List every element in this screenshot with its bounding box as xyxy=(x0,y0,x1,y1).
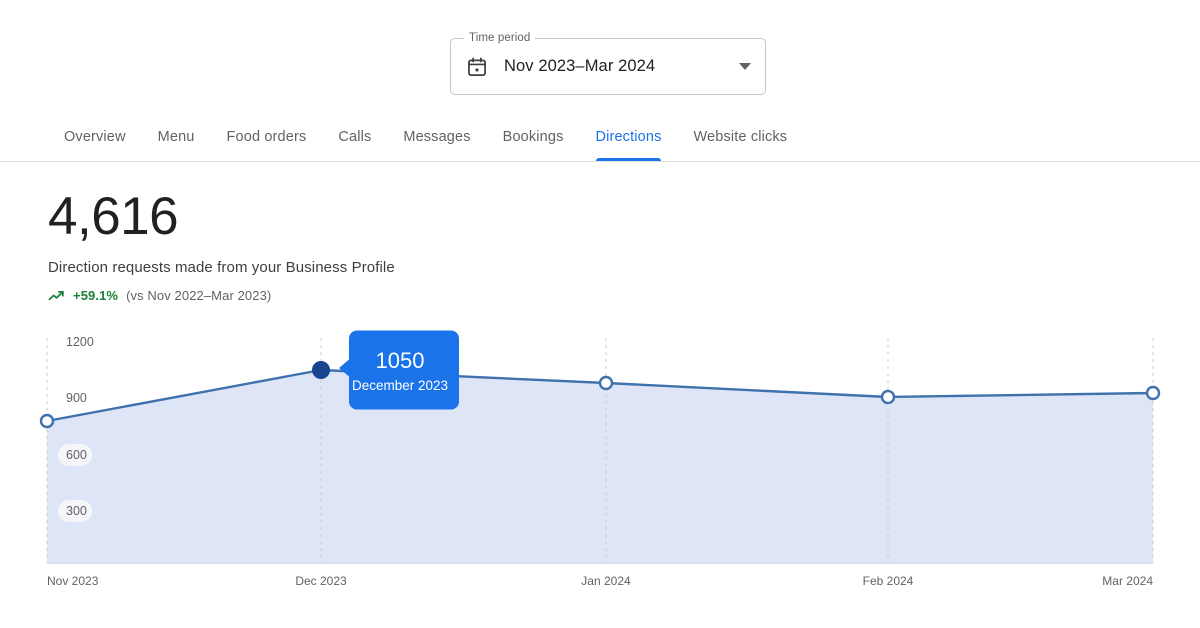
summary-description: Direction requests made from your Busine… xyxy=(48,259,395,276)
analytics-page: Nov 2023–Mar 2024 Time period Overview M… xyxy=(0,0,1200,628)
x-axis-label-feb-2024: Feb 2024 xyxy=(863,574,914,588)
trending-up-icon xyxy=(48,288,65,305)
tab-label: Food orders xyxy=(226,129,307,145)
data-point-nov-2023[interactable] xyxy=(39,413,55,429)
x-axis-label-mar-2024: Mar 2024 xyxy=(1102,574,1153,588)
x-axis-label-dec-2023: Dec 2023 xyxy=(295,574,347,588)
tab-label: Overview xyxy=(64,129,126,145)
summary-block: 4,616 Direction requests made from your … xyxy=(48,186,395,305)
x-axis-label-jan-2024: Jan 2024 xyxy=(581,574,631,588)
delta-comparison-period: (vs Nov 2022–Mar 2023) xyxy=(126,288,272,303)
total-value: 4,616 xyxy=(48,187,179,246)
calendar-icon xyxy=(466,56,488,78)
data-point-mar-2024[interactable] xyxy=(1145,385,1161,401)
time-period-legend: Time period xyxy=(464,30,536,46)
data-point-dec-2023-selected[interactable] xyxy=(312,361,330,379)
tab-label: Menu xyxy=(157,129,195,145)
tab-messages[interactable]: Messages xyxy=(387,118,486,161)
tab-label: Directions xyxy=(595,129,662,145)
tab-label: Website clicks xyxy=(693,129,788,145)
time-period-selector[interactable]: Nov 2023–Mar 2024 Time period xyxy=(450,30,766,95)
tooltip-value: 1050 xyxy=(376,348,425,373)
data-point-jan-2024[interactable] xyxy=(598,375,614,391)
y-axis-label-900: 900 xyxy=(66,391,87,405)
delta-percentage: +59.1% xyxy=(73,288,119,303)
y-axis-label-600: 600 xyxy=(66,448,87,462)
directions-chart[interactable]: 1200 900 600 300 1050 December 2023 Nov … xyxy=(0,326,1200,596)
metrics-tabs: Overview Menu Food orders Calls Messages… xyxy=(0,118,1200,162)
tab-directions[interactable]: Directions xyxy=(580,118,678,161)
time-period-box[interactable]: Nov 2023–Mar 2024 xyxy=(450,38,766,95)
tab-bookings[interactable]: Bookings xyxy=(487,118,580,161)
x-axis-label-nov-2023: Nov 2023 xyxy=(47,574,99,588)
tab-website-clicks[interactable]: Website clicks xyxy=(677,118,803,161)
data-point-feb-2024[interactable] xyxy=(880,389,896,405)
chart-tooltip: 1050 December 2023 xyxy=(339,330,459,410)
tab-label: Bookings xyxy=(502,129,564,145)
y-axis-label-300: 300 xyxy=(66,504,87,518)
chart-area-fill xyxy=(47,370,1153,563)
tab-menu[interactable]: Menu xyxy=(142,118,211,161)
tab-label: Calls xyxy=(338,129,372,145)
chevron-down-icon[interactable] xyxy=(739,63,751,70)
tooltip-label: December 2023 xyxy=(352,378,448,393)
tab-label: Messages xyxy=(403,129,471,145)
y-axis-label-1200: 1200 xyxy=(66,335,94,349)
time-period-value: Nov 2023–Mar 2024 xyxy=(504,57,656,75)
tab-food-orders[interactable]: Food orders xyxy=(211,118,323,161)
delta-row: +59.1% (vs Nov 2022–Mar 2023) xyxy=(48,287,395,305)
tab-overview[interactable]: Overview xyxy=(64,118,142,161)
tab-calls[interactable]: Calls xyxy=(322,118,387,161)
